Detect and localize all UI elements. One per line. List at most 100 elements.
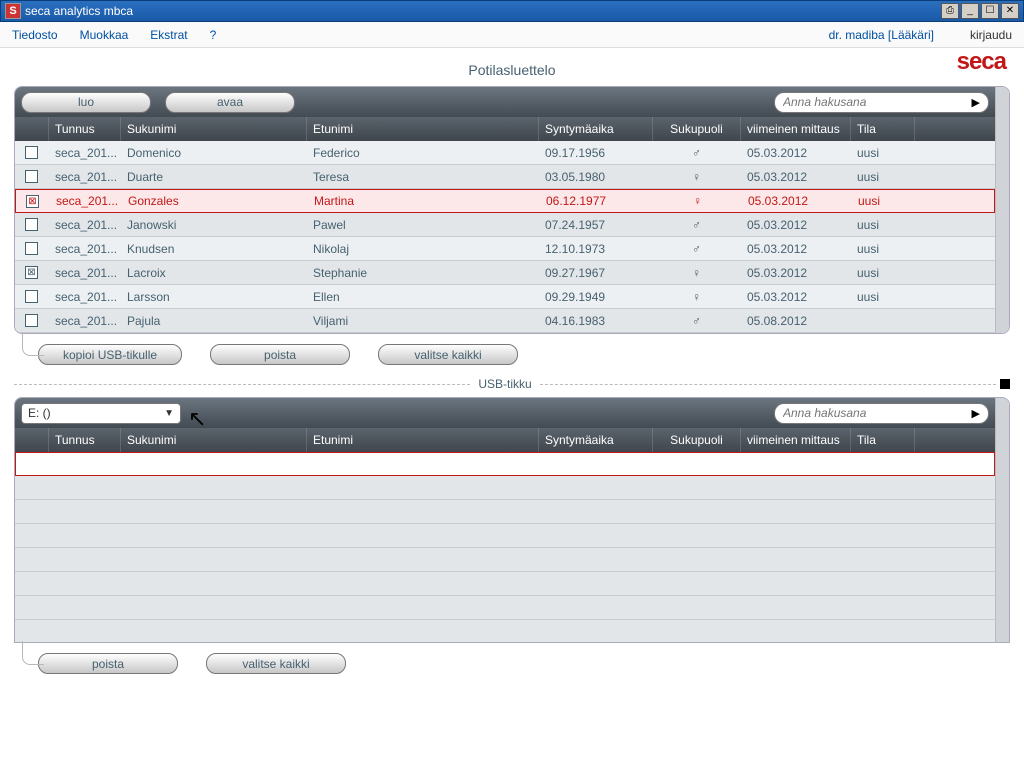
drive-select[interactable]: E: () ▼ [21, 403, 181, 424]
cell-ln: Duarte [121, 165, 307, 188]
cell-lm: 05.03.2012 [741, 261, 851, 284]
usb-search-input[interactable] [783, 406, 953, 420]
usb-divider-label: USB-tikku [470, 377, 539, 391]
menu-edit[interactable]: Muokkaa [80, 28, 129, 42]
select-all-button[interactable]: valitse kaikki [378, 344, 518, 365]
menu-bar: Tiedosto Muokkaa Ekstrat ? dr. madiba [L… [0, 22, 1024, 48]
cell-st: uusi [851, 141, 915, 164]
col-id[interactable]: Tunnus [49, 117, 121, 141]
cell-fn: Martina [308, 190, 540, 212]
row-checkbox[interactable] [25, 146, 38, 159]
usb-empty-row[interactable] [15, 452, 995, 476]
cell-ln: Janowski [121, 213, 307, 236]
cell-sex: ♂ [653, 141, 741, 164]
cell-id: seca_201... [49, 165, 121, 188]
cell-lm: 05.03.2012 [741, 141, 851, 164]
usb-search-box[interactable]: ▶ [774, 403, 989, 424]
table-row[interactable]: seca_201...PajulaViljami04.16.1983♂05.08… [15, 309, 995, 333]
menu-extras[interactable]: Ekstrat [150, 28, 187, 42]
usb-search-go-icon[interactable]: ▶ [972, 407, 980, 420]
title-bar: S seca analytics mbca ⎙ _ ☐ ✕ [0, 0, 1024, 22]
table-row[interactable]: ⊠seca_201...LacroixStephanie09.27.1967♀0… [15, 261, 995, 285]
usb-col-id[interactable]: Tunnus [49, 428, 121, 452]
window-title: seca analytics mbca [25, 4, 133, 18]
usb-delete-button[interactable]: poista [38, 653, 178, 674]
usb-col-firstname[interactable]: Etunimi [307, 428, 539, 452]
table-row[interactable]: seca_201...KnudsenNikolaj12.10.1973♂05.0… [15, 237, 995, 261]
maximize-button[interactable]: ☐ [981, 3, 999, 19]
usb-col-status[interactable]: Tila [851, 428, 915, 452]
col-lastname[interactable]: Sukunimi [121, 117, 307, 141]
table-row[interactable]: ⊠seca_201...GonzalesMartina06.12.1977♀05… [15, 189, 995, 213]
cell-dob: 06.12.1977 [540, 190, 654, 212]
row-checkbox[interactable] [25, 314, 38, 327]
row-checkbox[interactable]: ⊠ [25, 266, 38, 279]
col-check[interactable] [15, 117, 49, 141]
brand-logo: seca [957, 48, 1006, 76]
cell-fn: Pawel [307, 213, 539, 236]
cell-dob: 04.16.1983 [539, 309, 653, 332]
usb-rows [15, 452, 995, 642]
create-button[interactable]: luo [21, 92, 151, 113]
row-checkbox[interactable] [25, 170, 38, 183]
table-row[interactable]: seca_201...LarssonEllen09.29.1949♀05.03.… [15, 285, 995, 309]
cell-fn: Teresa [307, 165, 539, 188]
menu-help[interactable]: ? [210, 28, 217, 42]
divider-handle-icon[interactable] [1000, 379, 1010, 389]
cell-dob: 09.29.1949 [539, 285, 653, 308]
cell-st: uusi [851, 165, 915, 188]
row-checkbox[interactable]: ⊠ [26, 195, 39, 208]
cell-ln: Larsson [121, 285, 307, 308]
login-link[interactable]: kirjaudu [970, 28, 1012, 42]
cell-id: seca_201... [49, 237, 121, 260]
print-button[interactable]: ⎙ [941, 3, 959, 19]
cell-fn: Ellen [307, 285, 539, 308]
cell-sex: ♀ [654, 190, 742, 212]
usb-col-check[interactable] [15, 428, 49, 452]
row-checkbox[interactable] [25, 218, 38, 231]
cell-dob: 07.24.1957 [539, 213, 653, 236]
cell-ln: Pajula [121, 309, 307, 332]
usb-col-lastname[interactable]: Sukunimi [121, 428, 307, 452]
table-row[interactable]: seca_201...DomenicoFederico09.17.1956♂05… [15, 141, 995, 165]
page-title: Potilasluettelo [14, 62, 1010, 78]
col-sex[interactable]: Sukupuoli [653, 117, 741, 141]
row-checkbox[interactable] [25, 290, 38, 303]
open-button[interactable]: avaa [165, 92, 295, 113]
search-go-icon[interactable]: ▶ [972, 96, 980, 109]
usb-scrollbar[interactable] [995, 398, 1009, 642]
close-button[interactable]: ✕ [1001, 3, 1019, 19]
drive-label: E: () [28, 406, 51, 420]
usb-select-all-button[interactable]: valitse kaikki [206, 653, 346, 674]
patient-list-panel: luo avaa ▶ Tunnus Sukunimi Etunimi Synty… [14, 86, 1010, 334]
cell-id: seca_201... [50, 190, 122, 212]
copy-usb-button[interactable]: kopioi USB-tikulle [38, 344, 182, 365]
menu-file[interactable]: Tiedosto [12, 28, 58, 42]
search-input[interactable] [783, 95, 953, 109]
scrollbar[interactable] [995, 87, 1009, 333]
delete-button[interactable]: poista [210, 344, 350, 365]
patient-actions: kopioi USB-tikulle poista valitse kaikki [14, 334, 1010, 371]
row-checkbox[interactable] [25, 242, 38, 255]
minimize-button[interactable]: _ [961, 3, 979, 19]
cell-st [851, 309, 915, 332]
usb-column-header: Tunnus Sukunimi Etunimi Syntymäaika Suku… [15, 428, 995, 452]
col-firstname[interactable]: Etunimi [307, 117, 539, 141]
usb-col-lastmeas[interactable]: viimeinen mittaus [741, 428, 851, 452]
col-status[interactable]: Tila [851, 117, 915, 141]
usb-col-sex[interactable]: Sukupuoli [653, 428, 741, 452]
cell-lm: 05.03.2012 [742, 190, 852, 212]
cell-ln: Knudsen [121, 237, 307, 260]
usb-col-dob[interactable]: Syntymäaika [539, 428, 653, 452]
table-row[interactable]: seca_201...JanowskiPawel07.24.1957♂05.03… [15, 213, 995, 237]
search-box[interactable]: ▶ [774, 92, 989, 113]
table-row[interactable]: seca_201...DuarteTeresa03.05.1980♀05.03.… [15, 165, 995, 189]
usb-divider: USB-tikku [14, 377, 1010, 391]
col-dob[interactable]: Syntymäaika [539, 117, 653, 141]
col-lastmeas[interactable]: viimeinen mittaus [741, 117, 851, 141]
cell-lm: 05.03.2012 [741, 237, 851, 260]
cell-id: seca_201... [49, 213, 121, 236]
cell-lm: 05.08.2012 [741, 309, 851, 332]
cell-st: uusi [852, 190, 916, 212]
cell-dob: 12.10.1973 [539, 237, 653, 260]
